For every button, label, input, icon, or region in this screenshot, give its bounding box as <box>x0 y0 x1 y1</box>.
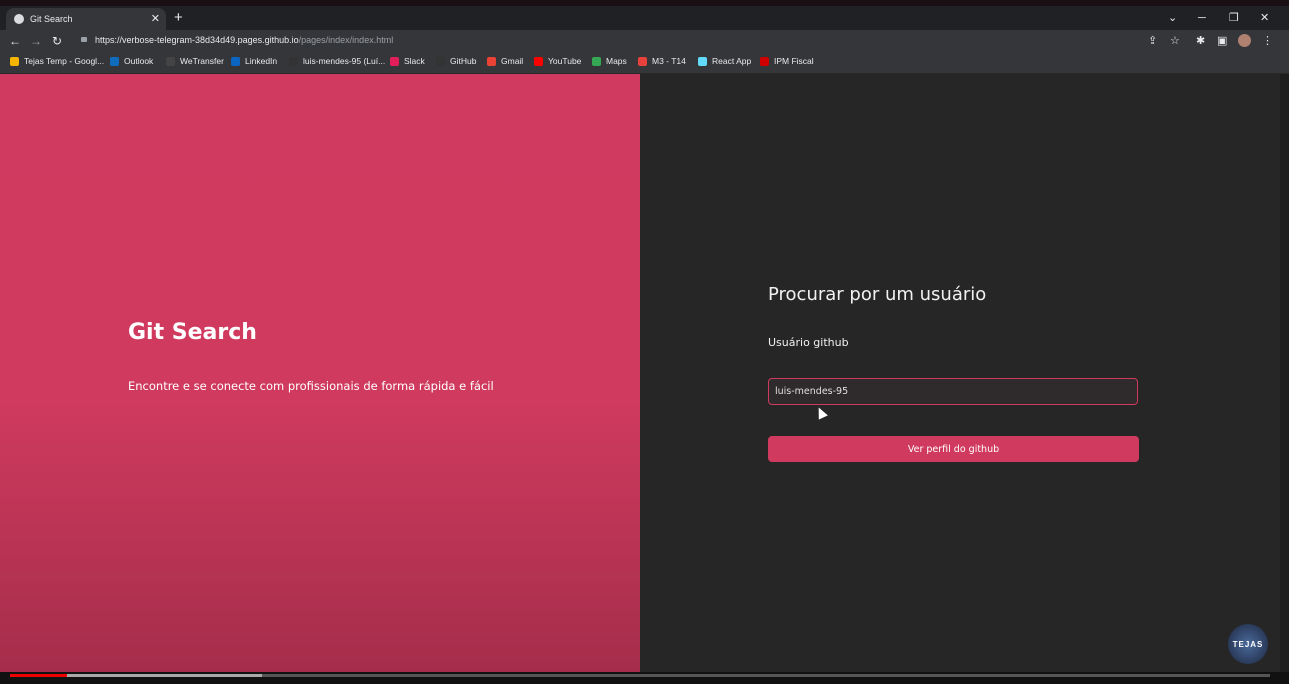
hero-panel: Git Search Encontre e se conecte com pro… <box>0 74 640 672</box>
bookmarks-bar: Tejas Temp - Googl... Outlook WeTransfer… <box>0 52 1289 74</box>
bookmark-youtube[interactable]: YouTube <box>534 56 581 66</box>
outlook-icon <box>110 56 119 66</box>
globe-icon <box>14 14 24 24</box>
tab-close-icon[interactable]: ✕ <box>151 12 160 26</box>
gmail-icon <box>487 56 496 66</box>
form-title: Procurar por um usuário <box>768 284 987 305</box>
bookmark-github[interactable]: GitHub <box>436 56 476 66</box>
slack-icon <box>390 56 399 66</box>
search-panel: Procurar por um usuário Usuário github V… <box>640 74 1280 672</box>
username-label: Usuário github <box>768 336 849 349</box>
github-icon <box>289 56 298 66</box>
address-toolbar: ← → ↻ https://verbose-telegram-38d34d49.… <box>0 30 1289 52</box>
view-profile-button[interactable]: Ver perfil do github <box>768 436 1139 462</box>
lock-icon <box>81 37 87 42</box>
video-played <box>10 674 67 677</box>
url-path: /pages/index/index.html <box>298 35 394 45</box>
bookmark-slack[interactable]: Slack <box>390 56 425 66</box>
bookmark-outlook[interactable]: Outlook <box>110 56 153 66</box>
side-panel-icon[interactable]: ▣ <box>1217 32 1227 50</box>
menu-kebab-icon[interactable]: ⋮ <box>1262 32 1273 50</box>
bookmark-luis-mendes[interactable]: luis-mendes-95 (Luí... <box>289 56 385 66</box>
share-icon[interactable]: ⇪ <box>1148 32 1157 50</box>
profile-avatar[interactable] <box>1238 34 1251 47</box>
back-button[interactable]: ← <box>9 32 21 50</box>
video-buffered <box>66 674 262 677</box>
bookmark-gmail[interactable]: Gmail <box>487 56 523 66</box>
react-icon <box>698 56 707 66</box>
close-window-button[interactable]: ✕ <box>1260 8 1269 28</box>
bookmark-maps[interactable]: Maps <box>592 56 627 66</box>
ipm-icon <box>760 56 769 66</box>
page-scrollbar[interactable] <box>1280 74 1289 672</box>
bookmark-wetransfer[interactable]: WeTransfer <box>166 56 224 66</box>
bookmark-m3-t14[interactable]: M3 - T14 <box>638 56 686 66</box>
bookmark-ipm-fiscal[interactable]: IPM Fiscal <box>760 56 814 66</box>
linkedin-icon <box>231 56 240 66</box>
username-input[interactable] <box>768 378 1138 405</box>
address-bar[interactable]: https://verbose-telegram-38d34d49.pages.… <box>95 35 393 45</box>
bookmark-tejas-temp[interactable]: Tejas Temp - Googl... <box>10 56 104 66</box>
restore-button[interactable]: ❐ <box>1229 8 1239 28</box>
tejas-watermark-logo: TEJAS <box>1228 624 1268 664</box>
drive-icon <box>10 56 19 66</box>
extensions-icon[interactable]: ✱ <box>1196 32 1205 50</box>
tab-title: Git Search <box>30 14 73 24</box>
github-icon <box>436 56 445 66</box>
bookmark-react-app[interactable]: React App <box>698 56 751 66</box>
tab-search-icon[interactable]: ⌄ <box>1168 8 1177 28</box>
bookmark-star-icon[interactable]: ☆ <box>1170 32 1180 50</box>
maps-pin-icon <box>592 56 601 66</box>
hero-title: Git Search <box>128 320 257 345</box>
reload-button[interactable]: ↻ <box>52 32 62 50</box>
url-host: https://verbose-telegram-38d34d49.pages.… <box>95 35 299 45</box>
youtube-icon <box>534 56 543 66</box>
ring-icon <box>638 56 647 66</box>
new-tab-button[interactable]: + <box>174 8 183 28</box>
tab-git-search[interactable]: Git Search ✕ <box>6 8 166 30</box>
wetransfer-icon <box>166 56 175 66</box>
tab-bar: Git Search ✕ + ⌄ ─ ❐ ✕ <box>0 6 1289 30</box>
hero-subtitle: Encontre e se conecte com profissionais … <box>128 379 494 393</box>
minimize-button[interactable]: ─ <box>1198 8 1206 28</box>
forward-button[interactable]: → <box>30 32 42 50</box>
bookmark-linkedin[interactable]: LinkedIn <box>231 56 277 66</box>
video-progress-bar[interactable] <box>10 674 1270 677</box>
watermark-text: TEJAS <box>1232 639 1264 649</box>
